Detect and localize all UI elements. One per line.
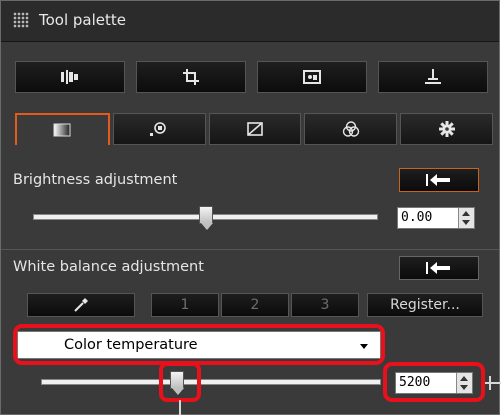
wb-preset-1-button[interactable]: 1	[151, 293, 219, 317]
basic-adjust-icon	[53, 123, 71, 137]
tab-settings[interactable]	[400, 113, 493, 145]
section-divider	[1, 249, 499, 250]
tool-palette-window: Tool palette Brightness adjustment 0.00 …	[0, 0, 500, 415]
leader-line	[179, 400, 181, 415]
reset-arrow-icon	[426, 262, 450, 274]
tab-detail[interactable]	[112, 113, 206, 145]
brightness-reset-button[interactable]	[399, 168, 479, 192]
stamp-button[interactable]	[378, 61, 488, 93]
temperature-value: 5200	[399, 375, 431, 390]
settings-gear-icon	[438, 121, 455, 137]
temperature-slider-track[interactable]	[41, 379, 381, 385]
leader-line	[489, 376, 491, 390]
split-view-button[interactable]	[15, 61, 125, 93]
chevron-down-icon	[360, 344, 368, 349]
tab-basic-adjust[interactable]	[15, 113, 110, 145]
leader-line	[485, 382, 501, 384]
reset-arrow-icon	[426, 174, 450, 186]
tab-tone-curve[interactable]	[208, 113, 302, 145]
wb-preset-3-button[interactable]: 3	[291, 293, 359, 317]
brightness-spinner[interactable]	[458, 208, 474, 228]
white-balance-label: White balance adjustment	[13, 259, 204, 275]
drag-grip-icon[interactable]	[13, 12, 29, 28]
zoom-detail-icon	[150, 122, 166, 136]
temperature-value-field[interactable]: 5200	[395, 372, 473, 394]
stamp-icon	[425, 69, 441, 84]
eyedropper-icon	[74, 298, 88, 312]
wb-preset-2-button[interactable]: 2	[221, 293, 289, 317]
tone-curve-icon	[247, 122, 263, 136]
white-balance-mode-value: Color temperature	[64, 337, 198, 353]
white-balance-reset-button[interactable]	[399, 256, 479, 280]
title-bar[interactable]: Tool palette	[1, 1, 499, 42]
window-title: Tool palette	[39, 11, 127, 29]
color-adjust-icon	[342, 121, 359, 137]
crop-button[interactable]	[136, 61, 246, 93]
brightness-value-field[interactable]: 0.00	[397, 207, 475, 229]
image-preview-button[interactable]	[257, 61, 367, 93]
click-white-balance-button[interactable]	[27, 293, 135, 317]
split-view-icon	[61, 70, 78, 84]
register-button[interactable]: Register...	[367, 293, 483, 317]
toolbar	[15, 61, 493, 93]
crop-icon	[183, 69, 199, 85]
temperature-spinner[interactable]	[456, 373, 472, 393]
temperature-slider-thumb[interactable]	[170, 371, 184, 395]
brightness-label: Brightness adjustment	[13, 172, 178, 188]
image-preview-icon	[303, 70, 321, 84]
brightness-slider-thumb[interactable]	[198, 206, 213, 230]
white-balance-mode-select[interactable]: Color temperature	[17, 331, 381, 359]
tab-bar	[15, 113, 493, 145]
brightness-value: 0.00	[401, 210, 433, 225]
tab-color[interactable]	[304, 113, 398, 145]
